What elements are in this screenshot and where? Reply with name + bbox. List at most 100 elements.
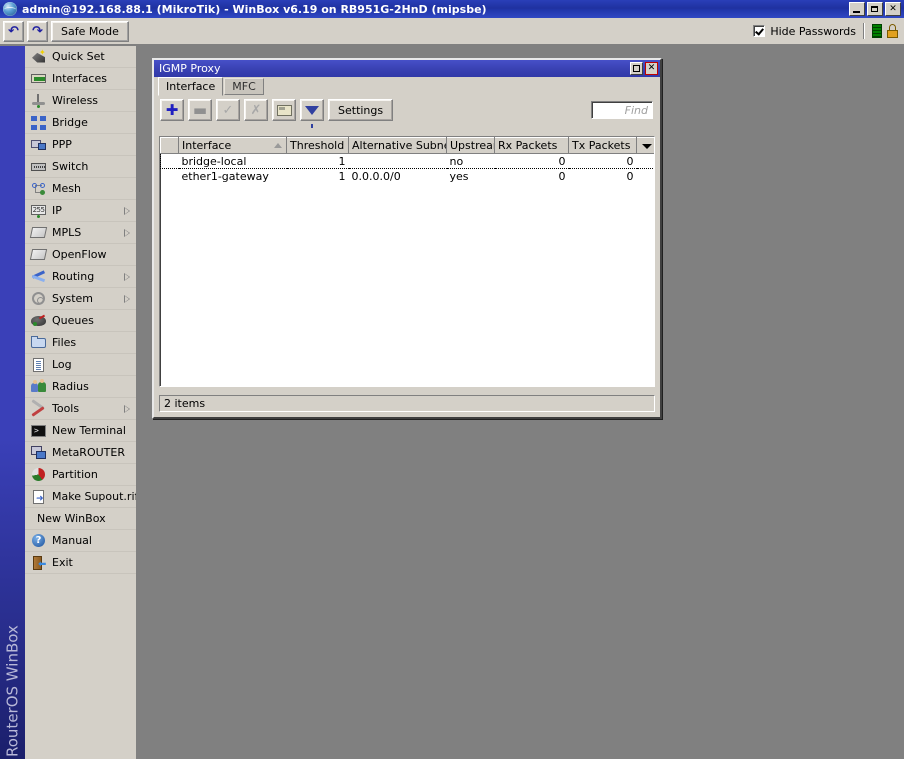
sidebar-item-label: Partition <box>52 468 98 481</box>
cell-threshold: 1 <box>286 153 349 169</box>
supout-file-icon: ➜ <box>31 489 47 505</box>
sidebar-item-label: MetaROUTER <box>52 446 125 459</box>
sidebar-item-ip[interactable]: 255 IP <box>25 200 136 222</box>
sidebar-item-routing[interactable]: Routing <box>25 266 136 288</box>
igmp-proxy-titlebar[interactable]: IGMP Proxy ✕ <box>154 60 660 77</box>
sidebar-item-new-winbox[interactable]: New WinBox <box>25 508 136 530</box>
cell-flags <box>160 153 179 169</box>
sidebar-item-bridge[interactable]: Bridge <box>25 112 136 134</box>
toolbar-divider <box>863 23 865 39</box>
sidebar-item-wireless[interactable]: Wireless <box>25 90 136 112</box>
sidebar-item-label: Make Supout.rif <box>52 490 136 503</box>
column-chooser-button[interactable] <box>636 137 654 154</box>
column-header-flags[interactable] <box>160 137 179 154</box>
close-icon: ✕ <box>889 4 897 14</box>
column-header-threshold[interactable]: Threshold <box>286 137 349 154</box>
lock-icon[interactable] <box>887 24 898 38</box>
enable-button[interactable]: ✓ <box>216 99 240 121</box>
folder-icon <box>31 335 47 351</box>
sidebar-brand-label: RouterOS WinBox <box>3 625 22 757</box>
sidebar-item-label: OpenFlow <box>52 248 107 261</box>
restore-button[interactable] <box>867 2 883 16</box>
table-row[interactable]: ether1-gateway 1 0.0.0.0/0 yes 0 0 <box>160 168 654 184</box>
sidebar-item-files[interactable]: Files <box>25 332 136 354</box>
column-header-upstream[interactable]: Upstream <box>446 137 495 154</box>
cell-alternative-subnets <box>348 153 447 169</box>
sidebar-item-interfaces[interactable]: Interfaces <box>25 68 136 90</box>
comment-button[interactable] <box>272 99 296 121</box>
cell-alternative-subnets: 0.0.0.0/0 <box>348 168 447 184</box>
sidebar-item-queues[interactable]: Queues <box>25 310 136 332</box>
sidebar-item-quick-set[interactable]: ✦ Quick Set <box>25 46 136 68</box>
signal-bars-icon[interactable] <box>872 24 882 38</box>
pie-chart-icon <box>31 467 47 483</box>
sidebar-item-tools[interactable]: Tools <box>25 398 136 420</box>
sidebar-item-system[interactable]: System <box>25 288 136 310</box>
sidebar-item-mpls[interactable]: MPLS <box>25 222 136 244</box>
main-menu-panel: ✦ Quick Set Interfaces Wireless Bridge P… <box>25 46 137 759</box>
sidebar-item-label: Switch <box>52 160 89 173</box>
settings-button[interactable]: Settings <box>328 99 394 121</box>
winbox-globe-icon <box>2 1 18 17</box>
tab-mfc[interactable]: MFC <box>224 78 264 95</box>
sidebar-item-manual[interactable]: ? Manual <box>25 530 136 552</box>
sidebar-item-ppp[interactable]: PPP <box>25 134 136 156</box>
sidebar-item-label: Bridge <box>52 116 88 129</box>
cross-icon: ✗ <box>250 102 262 118</box>
app-toolbar: ↶ ↷ Safe Mode Hide Passwords <box>0 18 904 45</box>
sidebar-item-exit[interactable]: ⬅ Exit <box>25 552 136 574</box>
filter-button[interactable] <box>300 99 324 128</box>
find-input[interactable]: Find <box>591 101 653 119</box>
log-document-icon <box>31 357 47 373</box>
sidebar-item-label: PPP <box>52 138 72 151</box>
sidebar-item-switch[interactable]: Switch <box>25 156 136 178</box>
cell-rx-packets: 0 <box>494 153 569 169</box>
cell-spacer <box>636 168 654 184</box>
sidebar-item-label: Wireless <box>52 94 99 107</box>
radius-users-icon <box>31 378 47 395</box>
check-icon: ✓ <box>222 102 234 118</box>
hide-passwords-checkbox[interactable] <box>753 25 766 37</box>
column-header-tx-packets[interactable]: Tx Packets <box>568 137 637 154</box>
sidebar-item-mesh[interactable]: Mesh <box>25 178 136 200</box>
sidebar-item-radius[interactable]: Radius <box>25 376 136 398</box>
table-row[interactable]: bridge-local 1 no 0 0 <box>160 153 654 169</box>
sidebar-item-label: Log <box>52 358 72 371</box>
igmp-interface-table: Interface Threshold Alternative Subnets … <box>160 137 654 184</box>
remove-button[interactable]: ▬ <box>188 99 212 121</box>
close-button[interactable]: ✕ <box>885 2 901 16</box>
sidebar-item-openflow[interactable]: OpenFlow <box>25 244 136 266</box>
sidebar-item-label: Exit <box>52 556 73 569</box>
chevron-right-icon <box>124 206 130 215</box>
sidebar-item-metarouter[interactable]: MetaROUTER <box>25 442 136 464</box>
column-header-rx-packets[interactable]: Rx Packets <box>494 137 569 154</box>
add-button[interactable]: ✚ <box>160 99 184 121</box>
column-header-interface[interactable]: Interface <box>178 137 287 154</box>
igmp-close-button[interactable]: ✕ <box>645 62 658 75</box>
safe-mode-button[interactable]: Safe Mode <box>51 20 129 42</box>
sidebar-item-make-supout[interactable]: ➜ Make Supout.rif <box>25 486 136 508</box>
sidebar-item-new-terminal[interactable]: New Terminal <box>25 420 136 442</box>
tab-interface[interactable]: Interface <box>158 77 224 96</box>
wand-icon: ✦ <box>31 48 47 65</box>
chevron-down-icon <box>641 143 652 149</box>
igmp-restore-button[interactable] <box>630 62 643 75</box>
sort-ascending-icon <box>274 143 282 148</box>
queues-icon <box>31 313 47 329</box>
help-icon: ? <box>31 533 47 549</box>
sidebar-item-label: Quick Set <box>52 50 105 63</box>
sidebar-item-label: Mesh <box>52 182 81 195</box>
redo-button[interactable]: ↷ <box>27 20 48 42</box>
mesh-icon <box>31 181 47 197</box>
sidebar-item-log[interactable]: Log <box>25 354 136 376</box>
sidebar-item-partition[interactable]: Partition <box>25 464 136 486</box>
openflow-icon <box>29 247 48 263</box>
ip-icon: 255 <box>31 203 47 219</box>
minimize-button[interactable] <box>849 2 865 16</box>
settings-label: Settings <box>338 103 384 117</box>
undo-arrow-icon: ↶ <box>8 23 19 39</box>
igmp-proxy-window: IGMP Proxy ✕ Interface MFC ✚ ▬ ✓ ✗ Setti… <box>152 58 662 419</box>
column-header-alternative-subnets[interactable]: Alternative Subnets <box>348 137 447 154</box>
disable-button[interactable]: ✗ <box>244 99 268 121</box>
undo-button[interactable]: ↶ <box>3 20 24 42</box>
